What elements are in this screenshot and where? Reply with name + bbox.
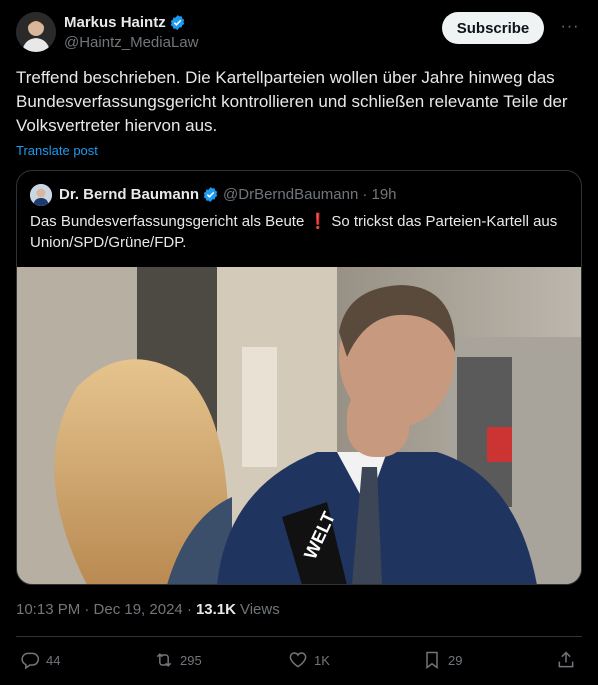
like-button[interactable]: 1K — [288, 650, 330, 670]
views-label: Views — [239, 601, 280, 618]
post-timestamp[interactable]: 10:13 PM · Dec 19, 2024 · — [16, 601, 192, 618]
post-header: Markus Haintz @Haintz_MediaLaw Subscribe… — [16, 12, 586, 56]
like-count: 1K — [314, 652, 330, 668]
quoted-author-handle: @DrBerndBaumann — [223, 186, 359, 203]
quoted-post[interactable]: Dr. Bernd Baumann @DrBerndBaumann · 19h … — [16, 170, 582, 585]
author-avatar[interactable] — [16, 12, 56, 52]
share-icon — [558, 651, 574, 668]
quoted-video-thumbnail[interactable]: WELT — [17, 267, 581, 584]
reply-count: 44 — [46, 652, 61, 668]
reply-icon — [21, 652, 40, 670]
post-meta: 10:13 PM · Dec 19, 2024 · 13.1K Views — [16, 601, 280, 618]
author-handle[interactable]: @Haintz_MediaLaw — [64, 34, 198, 51]
action-bar: 44 295 1K 29 — [16, 650, 582, 674]
quoted-author-avatar — [30, 184, 52, 206]
views-count: 13.1K — [195, 601, 236, 618]
post-text: Treffend beschrieben. Die Kartellparteie… — [16, 68, 568, 135]
more-options-icon[interactable]: ··· — [560, 18, 580, 38]
repost-count: 295 — [180, 652, 202, 668]
bookmark-icon — [426, 651, 438, 669]
verified-badge-icon — [203, 187, 218, 202]
bookmark-button[interactable]: 29 — [422, 650, 462, 670]
quoted-author-name: Dr. Bernd Baumann — [59, 186, 200, 203]
share-button[interactable] — [556, 650, 576, 670]
quoted-time: · 19h — [362, 186, 397, 203]
translate-post-link[interactable]: Translate post — [16, 143, 98, 158]
subscribe-button[interactable]: Subscribe — [442, 12, 544, 44]
verified-badge-icon — [170, 15, 184, 30]
reply-button[interactable]: 44 — [20, 650, 60, 670]
bookmark-count: 29 — [448, 652, 463, 668]
heart-icon — [289, 652, 307, 668]
repost-button[interactable]: 295 — [154, 650, 202, 670]
quoted-text: Das Bundesverfassungsgericht als Beute ❗… — [30, 213, 558, 251]
author-name[interactable]: Markus Haintz — [64, 14, 166, 31]
author-name-row: Markus Haintz — [64, 14, 186, 31]
quoted-header: Dr. Bernd Baumann @DrBerndBaumann · 19h — [59, 186, 397, 203]
repost-icon — [156, 653, 172, 667]
divider — [16, 636, 582, 637]
